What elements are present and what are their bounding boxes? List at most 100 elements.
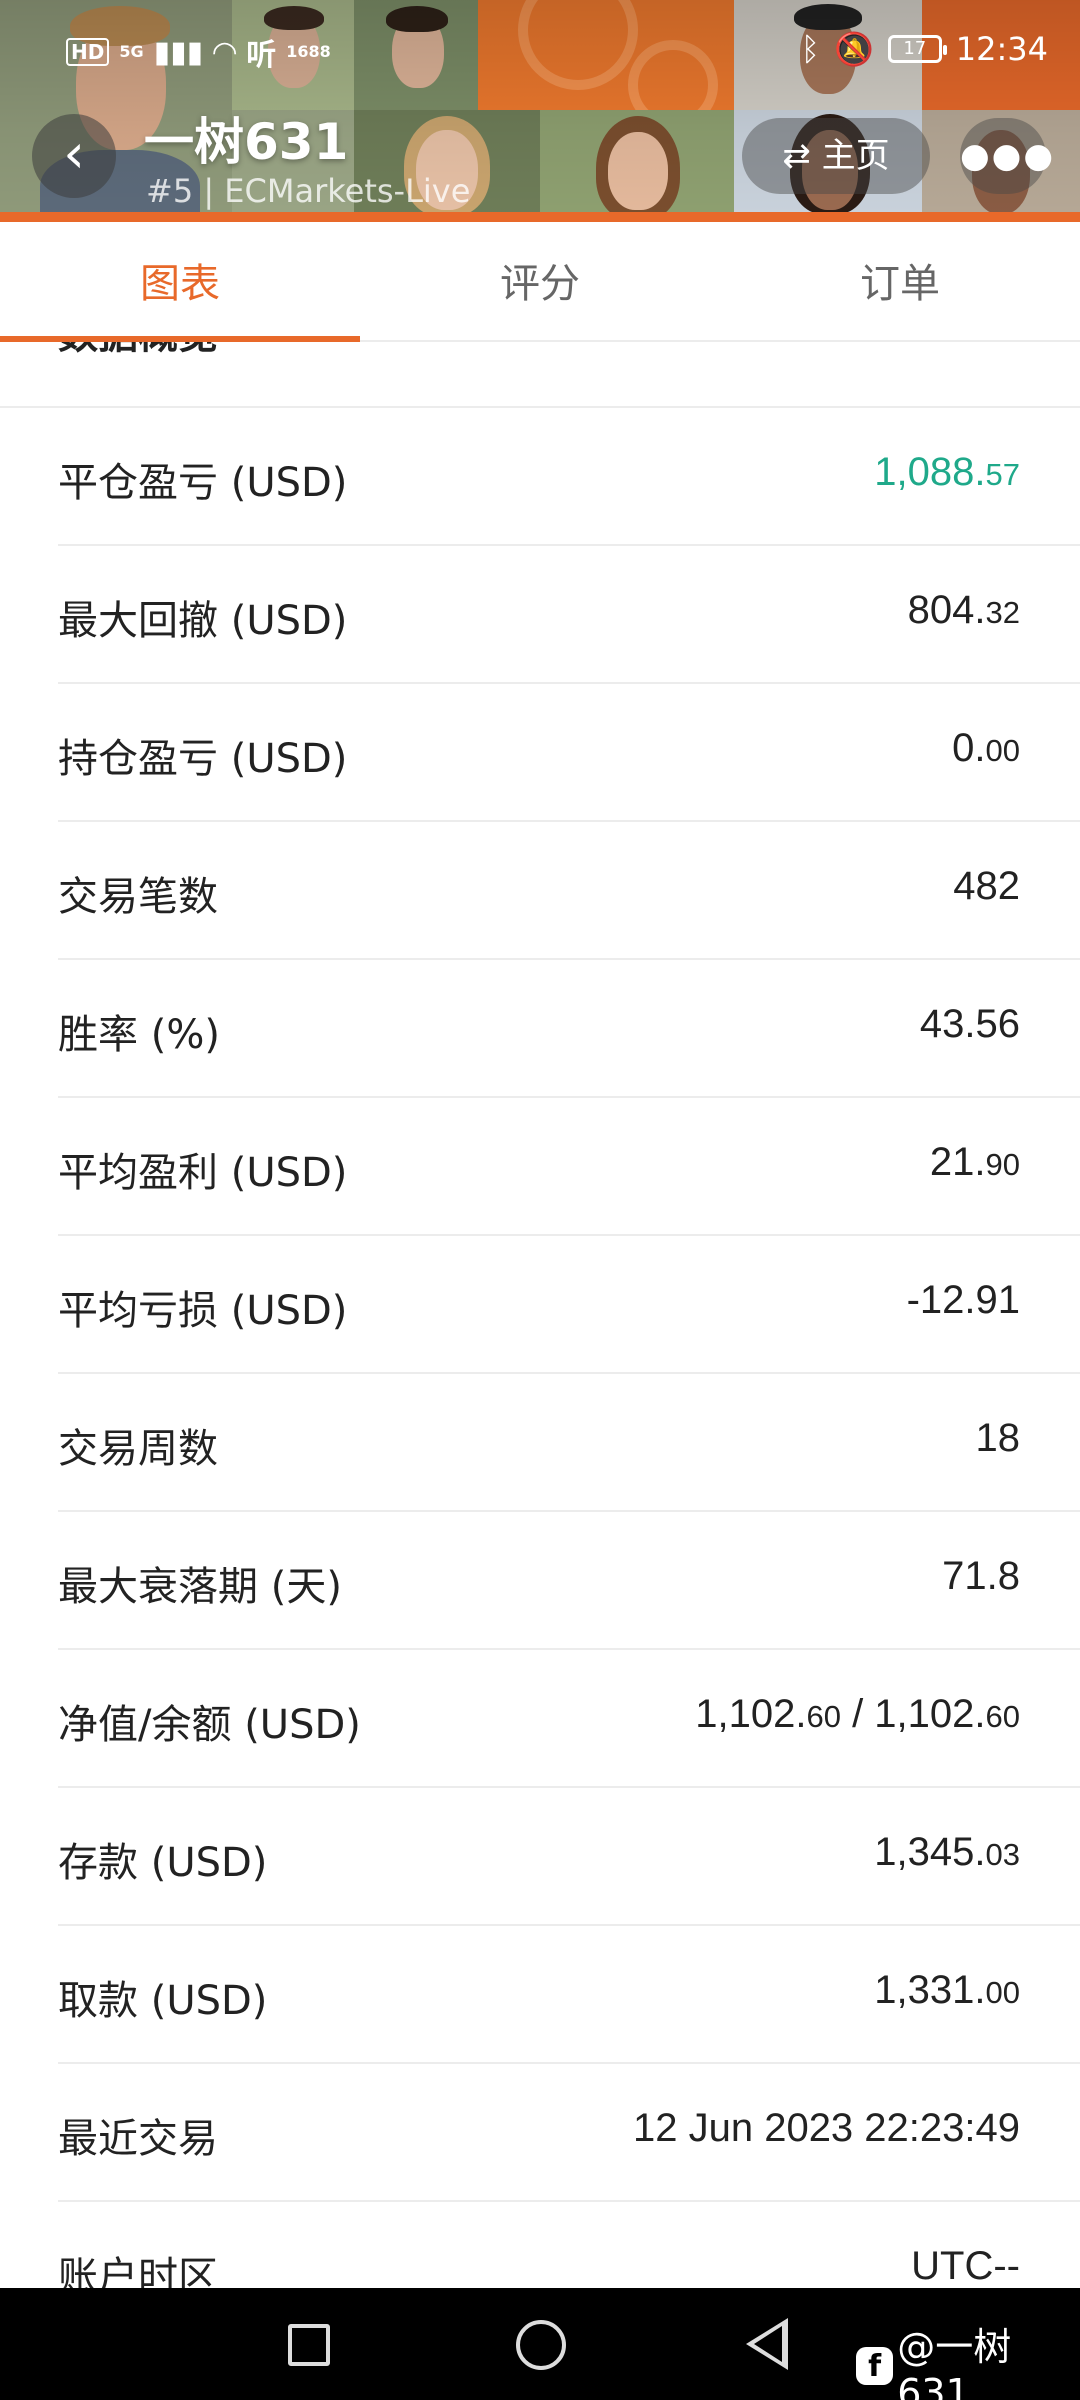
stat-label: 最大衰落期 (天) (58, 1564, 342, 1610)
watermark: f @一树631 (856, 2316, 1080, 2400)
square-icon[interactable] (288, 2324, 330, 2366)
stat-value: 0.00 (952, 726, 1020, 771)
stat-row: 最大衰落期 (天) 71.8 (58, 1512, 1080, 1650)
swap-icon: ⇄ (782, 136, 811, 176)
stat-value: 1,331.00 (874, 1968, 1020, 2013)
stat-value-part: 1,345. (874, 1830, 986, 1874)
stat-value-part: UTC-- (911, 2244, 1020, 2288)
stat-value: UTC-- (911, 2244, 1020, 2288)
stat-value: 1,102.60 / 1,102.60 (695, 1692, 1020, 1737)
stat-value-part: -12.91 (906, 1278, 1020, 1322)
stat-label: 最近交易 (58, 2116, 218, 2162)
status-left: HD 5G ▮▮▮ ◠ 听 1688 (66, 30, 331, 74)
stat-row: 取款 (USD) 1,331.00 (58, 1926, 1080, 2064)
battery-icon: 17 (887, 35, 947, 63)
stat-value-part: 90 (985, 1147, 1020, 1182)
wifi-icon: ◠ (213, 34, 237, 70)
stat-value-part: 00 (985, 1975, 1020, 2010)
stat-value-part: 00 (985, 733, 1020, 768)
stat-label: 净值/余额 (USD) (58, 1702, 361, 1748)
stat-label: 存款 (USD) (58, 1840, 268, 1886)
listen-indicator: 听 (246, 38, 277, 73)
stat-row: 最近交易 12 Jun 2023 22:23:49 (58, 2064, 1080, 2202)
section-title: 数据概览 (58, 342, 218, 360)
stat-label: 交易笔数 (58, 874, 218, 920)
status-bar: HD 5G ▮▮▮ ◠ 听 1688 ᛒ 🔕 17 12:34 (0, 22, 1080, 82)
stat-row: 账户时区 UTC-- (58, 2202, 1080, 2288)
stat-row: 持仓盈亏 (USD) 0.00 (58, 684, 1080, 822)
bluetooth-icon: ᛒ (800, 30, 820, 68)
stat-row: 净值/余额 (USD) 1,102.60 / 1,102.60 (58, 1650, 1080, 1788)
stat-value: 482 (953, 864, 1020, 909)
stat-label: 账户时区 (58, 2254, 218, 2288)
stat-value: 43.56 (920, 1002, 1020, 1047)
stat-value: 21.90 (930, 1140, 1020, 1185)
circle-icon[interactable] (516, 2320, 566, 2370)
tab-rating[interactable]: 评分 (360, 222, 720, 340)
stat-value-part: 1,102. (695, 1692, 807, 1736)
stat-value-part: 18 (975, 1416, 1021, 1460)
stat-value-part: 482 (953, 864, 1020, 908)
mute-icon: 🔕 (833, 30, 874, 68)
home-button[interactable]: ⇄ 主页 (742, 118, 930, 194)
stat-label: 平均盈利 (USD) (58, 1150, 348, 1196)
stat-value-part: 1,331. (874, 1968, 986, 2012)
stat-label: 平仓盈亏 (USD) (58, 460, 348, 506)
stat-value: 1,088.57 (874, 450, 1020, 495)
stat-value-part: 71.8 (942, 1554, 1020, 1598)
stat-row: 交易笔数 482 (58, 822, 1080, 960)
stat-row: 最大回撤 (USD) 804.32 (58, 546, 1080, 684)
stat-row: 胜率 (%) 43.56 (58, 960, 1080, 1098)
stat-value-part: 32 (985, 595, 1020, 630)
stat-row: 平均盈利 (USD) 21.90 (58, 1098, 1080, 1236)
status-right: ᛒ 🔕 17 12:34 (801, 30, 1048, 68)
stat-value: 71.8 (942, 1554, 1020, 1599)
chevron-left-icon: ‹ (63, 122, 85, 185)
stat-row: 平仓盈亏 (USD) 1,088.57 (58, 408, 1080, 546)
more-dots-icon: ●●● (960, 136, 1056, 176)
header-accent-strip (0, 212, 1080, 222)
stat-value: 12 Jun 2023 22:23:49 (633, 2106, 1020, 2151)
stat-row: 平均亏损 (USD) -12.91 (58, 1236, 1080, 1374)
stat-value-part: 57 (985, 457, 1020, 492)
stat-row: 交易周数 18 (58, 1374, 1080, 1512)
more-button[interactable]: ●●● (960, 118, 1053, 194)
stats-list[interactable]: 数据概览 平仓盈亏 (USD) 1,088.57 最大回撤 (USD) 804.32 持… (0, 342, 1080, 2288)
stat-label: 最大回撤 (USD) (58, 598, 348, 644)
stat-label: 取款 (USD) (58, 1978, 268, 2024)
stat-value-part: 43.56 (919, 1002, 1020, 1046)
stat-value-part: 12 Jun 2023 22:23:49 (632, 2106, 1020, 2150)
stat-label: 胜率 (%) (58, 1012, 220, 1058)
stat-value: -12.91 (907, 1278, 1020, 1323)
stat-value-part: / 1,102. (840, 1692, 986, 1736)
stat-value-part: 1,088. (874, 450, 986, 494)
stat-label: 持仓盈亏 (USD) (58, 736, 348, 782)
home-button-label: 主页 (821, 136, 890, 176)
profile-header: HD 5G ▮▮▮ ◠ 听 1688 ᛒ 🔕 17 12:34 ‹ 一树631 … (0, 0, 1080, 222)
app-badge: 1688 (286, 42, 331, 61)
back-button[interactable]: ‹ (32, 114, 116, 198)
triangle-back-icon[interactable] (746, 2318, 788, 2370)
stat-value-part: 60 (985, 1699, 1020, 1734)
stat-row: 存款 (USD) 1,345.03 (58, 1788, 1080, 1926)
stat-label: 平均亏损 (USD) (58, 1288, 348, 1334)
facebook-icon: f (856, 2346, 894, 2385)
stat-value: 18 (976, 1416, 1021, 1461)
account-subtitle: #5 | ECMarkets-Live (146, 172, 471, 210)
stat-value-part: 03 (985, 1837, 1020, 1872)
stat-label: 交易周数 (58, 1426, 218, 1472)
stat-value: 1,345.03 (874, 1830, 1020, 1875)
system-nav-bar: f @一树631 (0, 2288, 1080, 2400)
tab-orders[interactable]: 订单 (720, 222, 1080, 340)
stat-value: 804.32 (908, 588, 1020, 633)
stat-value-part: 0. (952, 726, 986, 770)
tab-chart[interactable]: 图表 (0, 222, 360, 342)
clock: 12:34 (955, 30, 1048, 68)
stat-value-part: 60 (806, 1699, 841, 1734)
hd-indicator: HD (66, 38, 110, 66)
signal-bars-icon: ▮▮▮ (153, 34, 204, 70)
tab-bar: 图表 评分 订单 (0, 222, 1080, 342)
stat-value-part: 21. (929, 1140, 986, 1184)
stats-rows: 平仓盈亏 (USD) 1,088.57 最大回撤 (USD) 804.32 持仓盈亏 (… (58, 408, 1080, 2288)
signal-icon: 5G (119, 42, 144, 61)
